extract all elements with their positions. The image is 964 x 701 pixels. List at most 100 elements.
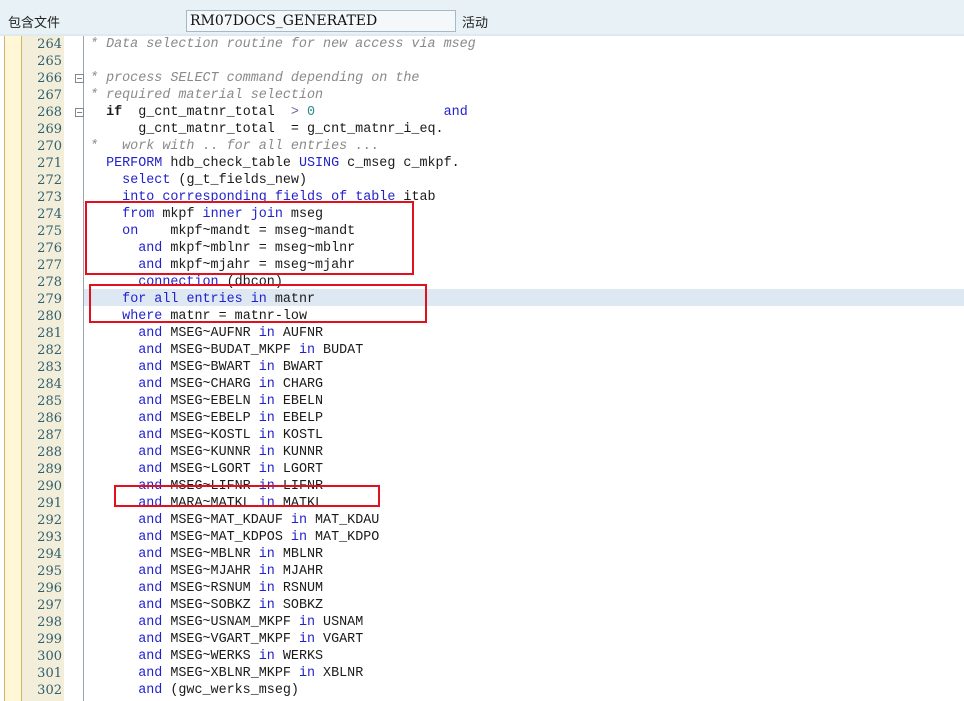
code-line[interactable]: 264 * Data selection routine for new acce… xyxy=(0,36,964,53)
code-token: 0 xyxy=(307,105,316,120)
code-token: MAT_KDAU xyxy=(306,513,380,528)
line-number: 281 xyxy=(37,326,62,341)
code-text: and MSEG~RSNUM in RSNUM xyxy=(90,580,323,597)
code-line[interactable]: 282 and MSEG~BUDAT_MKPF in BUDAT xyxy=(0,342,964,359)
line-number: 302 xyxy=(37,683,62,698)
keyword-token: and xyxy=(138,581,163,596)
code-line[interactable]: 296 and MSEG~RSNUM in RSNUM xyxy=(0,580,964,597)
code-line[interactable]: 281 and MSEG~AUFNR in AUFNR xyxy=(0,325,964,342)
code-token: EBELN xyxy=(274,394,324,409)
code-token: (g_t_fields_new) xyxy=(170,173,307,188)
code-token: MSEG~MAT_KDPOS xyxy=(162,530,291,545)
code-token: LGORT xyxy=(274,462,324,477)
code-line[interactable]: 283 and MSEG~BWART in BWART xyxy=(0,359,964,376)
code-text: and MSEG~AUFNR in AUFNR xyxy=(90,325,323,342)
code-line[interactable]: 301 and MSEG~XBLNR_MKPF in XBLNR xyxy=(0,665,964,682)
line-number: 300 xyxy=(37,649,62,664)
line-number: 297 xyxy=(37,598,62,613)
keyword-token: in xyxy=(258,394,275,409)
code-line[interactable]: 294 and MSEG~MBLNR in MBLNR xyxy=(0,546,964,563)
line-number: 275 xyxy=(37,224,62,239)
code-token: MAT_KDPO xyxy=(306,530,380,545)
code-token: MSEG~XBLNR_MKPF xyxy=(162,666,299,681)
line-number: 283 xyxy=(37,360,62,375)
code-line[interactable]: 300 and MSEG~WERKS in WERKS xyxy=(0,648,964,665)
code-line[interactable]: 292 and MSEG~MAT_KDAUF in MAT_KDAU xyxy=(0,512,964,529)
line-number: 295 xyxy=(37,564,62,579)
line-number: 284 xyxy=(37,377,62,392)
code-line[interactable]: 298 and MSEG~USNAM_MKPF in USNAM xyxy=(0,614,964,631)
code-line[interactable]: 284 and MSEG~CHARG in CHARG xyxy=(0,376,964,393)
code-line[interactable]: 272 select (g_t_fields_new) xyxy=(0,172,964,189)
line-number: 278 xyxy=(37,275,62,290)
code-token: MBLNR xyxy=(274,547,324,562)
code-line[interactable]: 293 and MSEG~MAT_KDPOS in MAT_KDPO xyxy=(0,529,964,546)
code-line[interactable]: 270 * work with .. for all entries ... xyxy=(0,138,964,155)
code-line[interactable]: 269 g_cnt_matnr_total = g_cnt_matnr_i_eq… xyxy=(0,121,964,138)
keyword-token: in xyxy=(258,411,275,426)
code-token: SOBKZ xyxy=(274,598,324,613)
line-number: 288 xyxy=(37,445,62,460)
line-number: 282 xyxy=(37,343,62,358)
keyword-token: and xyxy=(138,394,163,409)
line-number: 298 xyxy=(37,615,62,630)
code-line[interactable]: 299 and MSEG~VGART_MKPF in VGART xyxy=(0,631,964,648)
keyword-token: and xyxy=(138,632,163,647)
code-token: MSEG~RSNUM xyxy=(162,581,259,596)
line-number: 268 xyxy=(37,105,62,120)
keyword-token: in xyxy=(258,598,275,613)
code-token: MSEG~BWART xyxy=(162,360,259,375)
code-line[interactable]: 297 and MSEG~SOBKZ in SOBKZ xyxy=(0,597,964,614)
line-number: 292 xyxy=(37,513,62,528)
code-text: and MSEG~USNAM_MKPF in USNAM xyxy=(90,614,363,631)
line-number: 280 xyxy=(37,309,62,324)
code-line[interactable]: 265 xyxy=(0,53,964,70)
code-line[interactable]: 286 and MSEG~EBELP in EBELP xyxy=(0,410,964,427)
code-text: and MSEG~LGORT in LGORT xyxy=(90,461,323,478)
code-line[interactable]: 285 and MSEG~EBELN in EBELN xyxy=(0,393,964,410)
keyword-token: in xyxy=(290,530,307,545)
code-token: EBELP xyxy=(274,411,324,426)
keyword-token: select xyxy=(122,173,171,188)
code-line[interactable]: 288 and MSEG~KUNNR in KUNNR xyxy=(0,444,964,461)
fold-toggle-icon[interactable]: − xyxy=(75,108,84,117)
code-token: MSEG~SOBKZ xyxy=(162,598,259,613)
code-editor[interactable]: 264 * Data selection routine for new acce… xyxy=(0,36,964,701)
fold-toggle-icon[interactable]: − xyxy=(75,74,84,83)
code-line[interactable]: 266 − * process SELECT command depending o… xyxy=(0,70,964,87)
code-token: BUDAT xyxy=(315,343,364,358)
include-label: 包含文件 xyxy=(8,16,61,31)
code-line[interactable]: 271 PERFORM hdb_check_table USING c_mseg… xyxy=(0,155,964,172)
line-number: 274 xyxy=(37,207,62,222)
code-line[interactable]: 289 and MSEG~LGORT in LGORT xyxy=(0,461,964,478)
code-text: if g_cnt_matnr_total > 0 and xyxy=(90,104,468,121)
line-number: 265 xyxy=(37,54,62,69)
code-line[interactable]: 302 and (gwc_werks_mseg) xyxy=(0,682,964,699)
code-line[interactable]: 287 and MSEG~KOSTL in KOSTL xyxy=(0,427,964,444)
code-token: MSEG~MJAHR xyxy=(162,564,259,579)
include-name-field[interactable]: RM07DOCS_GENERATED xyxy=(186,10,456,32)
code-line[interactable]: 267 * required material selection xyxy=(0,87,964,104)
line-number: 276 xyxy=(37,241,62,256)
code-line[interactable]: 268 − if g_cnt_matnr_total > 0 and xyxy=(0,104,964,121)
comment-token: * process SELECT command depending on th… xyxy=(90,71,420,86)
line-number: 285 xyxy=(37,394,62,409)
code-text: PERFORM hdb_check_table USING c_mseg c_m… xyxy=(90,155,460,172)
code-line[interactable]: 295 and MSEG~MJAHR in MJAHR xyxy=(0,563,964,580)
keyword-token: and xyxy=(443,105,468,120)
code-token: BWART xyxy=(274,360,324,375)
keyword-token: and xyxy=(138,513,163,528)
line-number: 266 xyxy=(37,71,62,86)
